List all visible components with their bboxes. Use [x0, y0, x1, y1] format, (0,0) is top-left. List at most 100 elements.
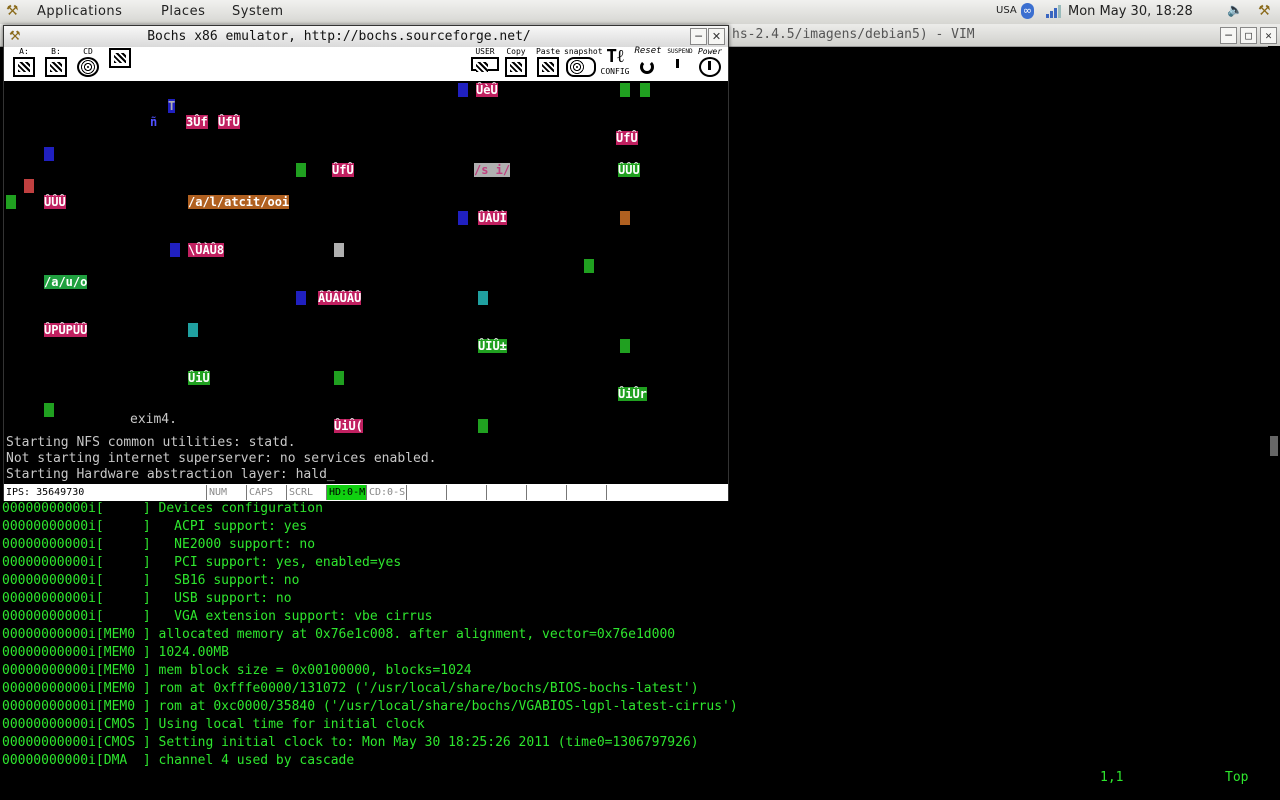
log-line: 00000000000i[ ] USB support: no: [2, 591, 292, 606]
video-glyph: ÛÛÛ: [44, 195, 66, 209]
bochs-titlebar[interactable]: ⚒ Bochs x86 emulator, http://bochs.sourc…: [4, 26, 728, 48]
log-line: 00000000000i[CMOS ] Using local time for…: [2, 717, 425, 732]
video-block: [296, 163, 306, 177]
caps-lock-indicator: CAPS: [246, 485, 286, 500]
vim-window-title: hs-2.4.5/imagens/debian5) - VIM: [732, 27, 975, 42]
video-glyph: ÛiÛ(: [334, 419, 363, 433]
bochs-toolbar: A: B: CD USER Copy Paste snapshot Tℓ CONF…: [4, 47, 728, 81]
video-glyph: /a/u/o: [44, 275, 88, 289]
status-slot: [566, 485, 606, 500]
bochs-window-title: Bochs x86 emulator, http://bochs.sourcef…: [147, 29, 531, 44]
console-line: Not starting internet superserver: no se…: [6, 451, 437, 466]
video-glyph: ÛfÛ: [218, 115, 240, 129]
log-line: 00000000000i[MEM0 ] allocated memory at …: [2, 627, 676, 642]
config-button[interactable]: Tℓ CONFIG: [600, 47, 630, 81]
video-block: [478, 419, 488, 433]
vim-scrollbar[interactable]: [1268, 46, 1280, 800]
gnome-foot-icon[interactable]: ⚒: [6, 3, 19, 19]
video-glyph: ÛÌÛ±: [478, 339, 507, 353]
log-line: 00000000000i[MEM0 ] rom at 0xfffe0000/13…: [2, 681, 699, 696]
status-slot: [606, 485, 728, 500]
log-line: 00000000000i[MEM0 ] 1024.00MB: [2, 645, 229, 660]
volume-icon[interactable]: 🔈: [1227, 3, 1243, 18]
video-glyph: \ÛÀÛ8: [188, 243, 225, 257]
video-glyph: ÛPÛPÛÛ: [44, 323, 88, 337]
video-block: [458, 211, 468, 225]
video-block: [458, 83, 468, 97]
paste-label: Paste: [535, 47, 561, 56]
reset-button[interactable]: Reset: [632, 47, 664, 81]
video-block: [620, 83, 630, 97]
mouse-icon: [109, 48, 131, 68]
cdrom-icon: [77, 57, 99, 77]
copy-button[interactable]: Copy: [502, 47, 530, 81]
console-line: Starting Hardware abstraction layer: hal…: [6, 467, 335, 482]
scroll-lock-indicator: SCRL: [286, 485, 326, 500]
mouse-button[interactable]: [104, 47, 136, 81]
floppy-b-label: B:: [51, 47, 61, 56]
video-glyph: ÛèÛ: [476, 83, 498, 97]
close-button[interactable]: ✕: [708, 28, 725, 45]
bluetooth-icon[interactable]: ∞: [1021, 3, 1034, 19]
maximize-button[interactable]: □: [1240, 27, 1257, 44]
minimize-button[interactable]: ─: [690, 28, 707, 45]
menu-applications[interactable]: Applications: [37, 4, 122, 19]
paste-button[interactable]: Paste: [534, 47, 562, 81]
config-icon: Tℓ: [604, 47, 626, 67]
log-line: 00000000000i[ ] PCI support: yes, enable…: [2, 555, 402, 570]
menu-places[interactable]: Places: [161, 4, 205, 19]
network-signal-icon[interactable]: [1045, 3, 1061, 19]
log-line: 00000000000i[MEM0 ] rom at 0xc0000/35840…: [2, 699, 738, 714]
video-glyph: ÛfÛ: [616, 131, 638, 145]
minimize-button[interactable]: ─: [1220, 27, 1237, 44]
floppy-a-button[interactable]: A:: [8, 47, 40, 81]
log-line: 00000000000i[MEM0 ] mem block size = 0x0…: [2, 663, 472, 678]
power-button[interactable]: Power: [694, 47, 726, 81]
scrollbar-thumb[interactable]: [1270, 436, 1278, 456]
floppy-b-button[interactable]: B:: [40, 47, 72, 81]
video-block: [44, 147, 54, 161]
log-line: 00000000000i[ ] Devices configuration: [2, 501, 323, 516]
user-button[interactable]: USER: [470, 47, 500, 81]
video-glyph: ñ: [150, 115, 158, 129]
status-slot: [446, 485, 486, 500]
power-label: Power: [697, 47, 723, 56]
vim-scroll-position: Top: [1225, 770, 1249, 785]
video-block: [24, 179, 34, 193]
video-block: [6, 195, 16, 209]
paste-icon: [537, 57, 559, 77]
video-glyph: ÂÛÂÛÂÛ: [318, 291, 362, 305]
menu-system[interactable]: System: [232, 4, 283, 19]
close-button[interactable]: ✕: [1260, 27, 1277, 44]
video-glyph: ÛÛÛ: [618, 163, 640, 177]
emulator-screen[interactable]: T 3Ûf ÛfÛ ñ ÛèÛ ÛfÛ ÛÛÛ ÛfÛ/s i/ /a/l/atcit/ooi Û…: [4, 81, 728, 483]
video-block: [334, 243, 344, 257]
clock[interactable]: Mon May 30, 18:28: [1068, 4, 1193, 19]
vim-cursor-position: 1,1: [1100, 770, 1124, 785]
bochs-log-output: 00000000000i[ ] Devices configuration 000…: [2, 500, 738, 770]
num-lock-indicator: NUM: [206, 485, 246, 500]
video-block: [334, 371, 344, 385]
log-line: 00000000000i[ ] ACPI support: yes: [2, 519, 308, 534]
status-slot: [486, 485, 526, 500]
video-block: [44, 403, 54, 417]
status-slot: [526, 485, 566, 500]
suspend-button[interactable]: SUSPEND: [664, 47, 696, 81]
floppy-a-label: A:: [19, 47, 29, 56]
video-glyph: T: [168, 99, 176, 113]
video-block: [620, 339, 630, 353]
gnome-foot-icon[interactable]: ⚒: [1258, 3, 1271, 19]
cdrom-button[interactable]: CD: [72, 47, 104, 81]
user-label: USER: [475, 47, 495, 56]
hd-activity-indicator: HD:0-M: [326, 485, 366, 500]
video-block: [478, 291, 488, 305]
video-glyph: ÛiÛr: [618, 387, 647, 401]
keyboard-layout-indicator[interactable]: USA: [996, 5, 1017, 16]
floppy-a-icon: [13, 57, 35, 77]
video-block: [188, 323, 198, 337]
video-glyph: /s i/: [474, 163, 511, 177]
copy-icon: [505, 57, 527, 77]
bochs-statusbar: IPS: 35649730 NUM CAPS SCRL HD:0-M CD:0-…: [4, 483, 728, 501]
reset-icon: [637, 57, 659, 77]
snapshot-button[interactable]: snapshot: [564, 47, 603, 81]
